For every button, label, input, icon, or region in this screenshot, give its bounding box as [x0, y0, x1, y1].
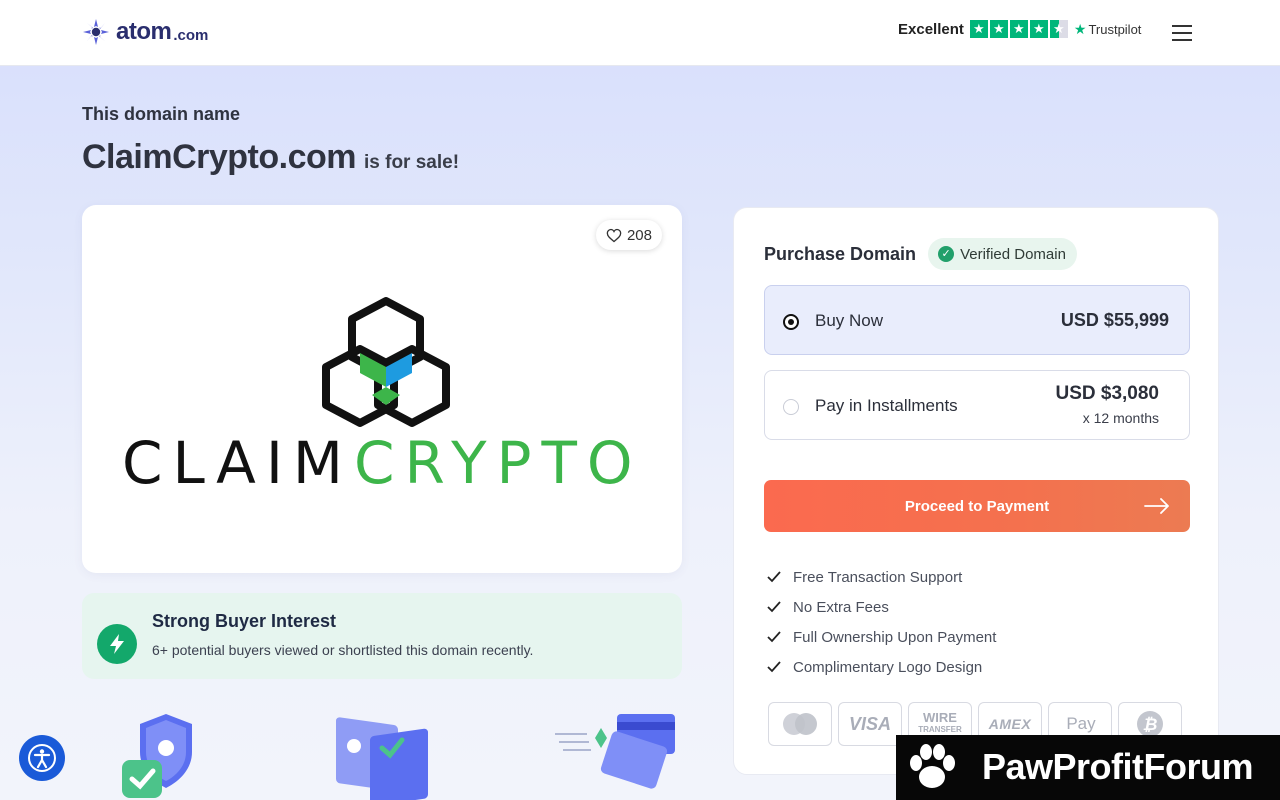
- star-icon: ★: [1009, 20, 1028, 38]
- accessibility-button[interactable]: [19, 735, 65, 781]
- trustpilot-logo: ★ Trustpilot: [1074, 21, 1142, 38]
- verified-check-icon: ✓: [938, 246, 955, 262]
- checkmark-icon: [767, 601, 781, 613]
- transfer-label: TRANSFER: [918, 725, 962, 734]
- atom-logo[interactable]: atom .com: [82, 18, 208, 46]
- list-item: No Extra Fees: [766, 592, 996, 622]
- trustpilot-star-icon: ★: [1073, 20, 1087, 37]
- atom-logo-icon: [83, 19, 109, 45]
- proceed-label: Proceed to Payment: [904, 497, 1050, 515]
- page-title: ClaimCrypto.com is for sale!: [82, 138, 459, 177]
- secure-shield-illustration-icon: [122, 714, 192, 798]
- trustpilot-widget[interactable]: Excellent ★ ★ ★ ★ ★ ★ Trustpilot: [898, 20, 1141, 38]
- radio-installments[interactable]: [783, 399, 799, 415]
- logo-tld: .com: [173, 26, 209, 44]
- for-sale-suffix: is for sale!: [364, 152, 460, 173]
- purchase-header: Purchase Domain ✓ Verified Domain: [764, 238, 1077, 270]
- proceed-to-payment-button[interactable]: Proceed to Payment: [764, 480, 1190, 532]
- purchase-panel: Purchase Domain ✓ Verified Domain Buy No…: [733, 207, 1219, 775]
- verified-domain-badge: ✓ Verified Domain: [928, 238, 1077, 270]
- logo-wordmark: atom: [116, 18, 172, 45]
- visa-icon: VISA: [838, 702, 902, 746]
- trust-rating-label: Excellent: [898, 20, 964, 38]
- benefit-text: Free Transaction Support: [793, 568, 963, 586]
- hamburger-menu-icon[interactable]: [1172, 25, 1192, 41]
- domain-name-title: ClaimCrypto.com: [82, 138, 357, 176]
- wire-label: WIRE: [923, 710, 957, 725]
- half-star-icon: ★: [1049, 20, 1068, 38]
- list-item: Full Ownership Upon Payment: [766, 622, 996, 652]
- star-icon: ★: [989, 20, 1008, 38]
- arrow-right-icon: [1144, 498, 1169, 514]
- lightning-bolt-icon: [97, 624, 137, 664]
- star-icon: ★: [1029, 20, 1048, 38]
- paw-icon: [910, 744, 955, 788]
- list-item: Free Transaction Support: [766, 562, 996, 592]
- claimcrypto-logo-image: CLAIM CRYPTO: [122, 297, 642, 495]
- brand-text-crypto: CRYPTO: [354, 429, 642, 495]
- option-price: USD $3,080: [1055, 383, 1159, 404]
- radio-buy-now[interactable]: [783, 314, 799, 330]
- interest-title: Strong Buyer Interest: [152, 611, 337, 631]
- svg-text:₿: ₿: [1143, 715, 1158, 735]
- accessibility-icon: [28, 744, 56, 772]
- interest-description: 6+ potential buyers viewed or shortliste…: [152, 642, 534, 658]
- checkmark-icon: [767, 661, 781, 673]
- watermark-text: PawProfitForum: [982, 746, 1254, 787]
- option-label: Pay in Installments: [815, 396, 958, 415]
- benefits-list: Free Transaction Support No Extra Fees F…: [766, 562, 996, 682]
- benefit-text: Complimentary Logo Design: [793, 658, 983, 676]
- verified-label: Verified Domain: [960, 245, 1066, 263]
- apple-pay-label: Pay: [1066, 714, 1096, 733]
- page-kicker: This domain name: [82, 104, 241, 124]
- option-pay-installments[interactable]: Pay in Installments USD $3,080 x 12 mont…: [764, 370, 1190, 440]
- watermark-banner: PawProfitForum: [896, 735, 1280, 800]
- star-icon: ★: [969, 20, 988, 38]
- checkmark-icon: [767, 571, 781, 583]
- checkmark-icon: [767, 631, 781, 643]
- like-button[interactable]: 208: [595, 220, 662, 250]
- benefit-text: Full Ownership Upon Payment: [793, 628, 997, 646]
- installment-term: x 12 months: [1082, 410, 1159, 426]
- domain-logo-card: 208 CLAIM CRYPTO: [82, 205, 682, 573]
- option-price: USD $55,999: [1060, 310, 1169, 330]
- brand-text-claim: CLAIM: [122, 429, 353, 495]
- option-buy-now[interactable]: Buy Now USD $55,999: [764, 285, 1190, 355]
- list-item: Complimentary Logo Design: [766, 652, 996, 682]
- heart-icon: [606, 228, 622, 242]
- transfer-window-illustration-icon: [336, 717, 428, 800]
- buyer-interest-banner: Strong Buyer Interest 6+ potential buyer…: [82, 593, 682, 679]
- option-label: Buy Now: [815, 311, 884, 330]
- trustpilot-brand: Trustpilot: [1088, 21, 1142, 37]
- payment-cards-illustration-icon: [555, 714, 675, 789]
- mastercard-icon: [768, 702, 832, 746]
- purchase-title: Purchase Domain: [764, 243, 917, 264]
- benefit-text: No Extra Fees: [793, 598, 889, 616]
- trustpilot-stars: ★ ★ ★ ★ ★: [969, 20, 1068, 38]
- like-count: 208: [626, 226, 652, 244]
- site-header: atom .com Excellent ★ ★ ★ ★ ★ ★ Trustpil…: [0, 0, 1280, 66]
